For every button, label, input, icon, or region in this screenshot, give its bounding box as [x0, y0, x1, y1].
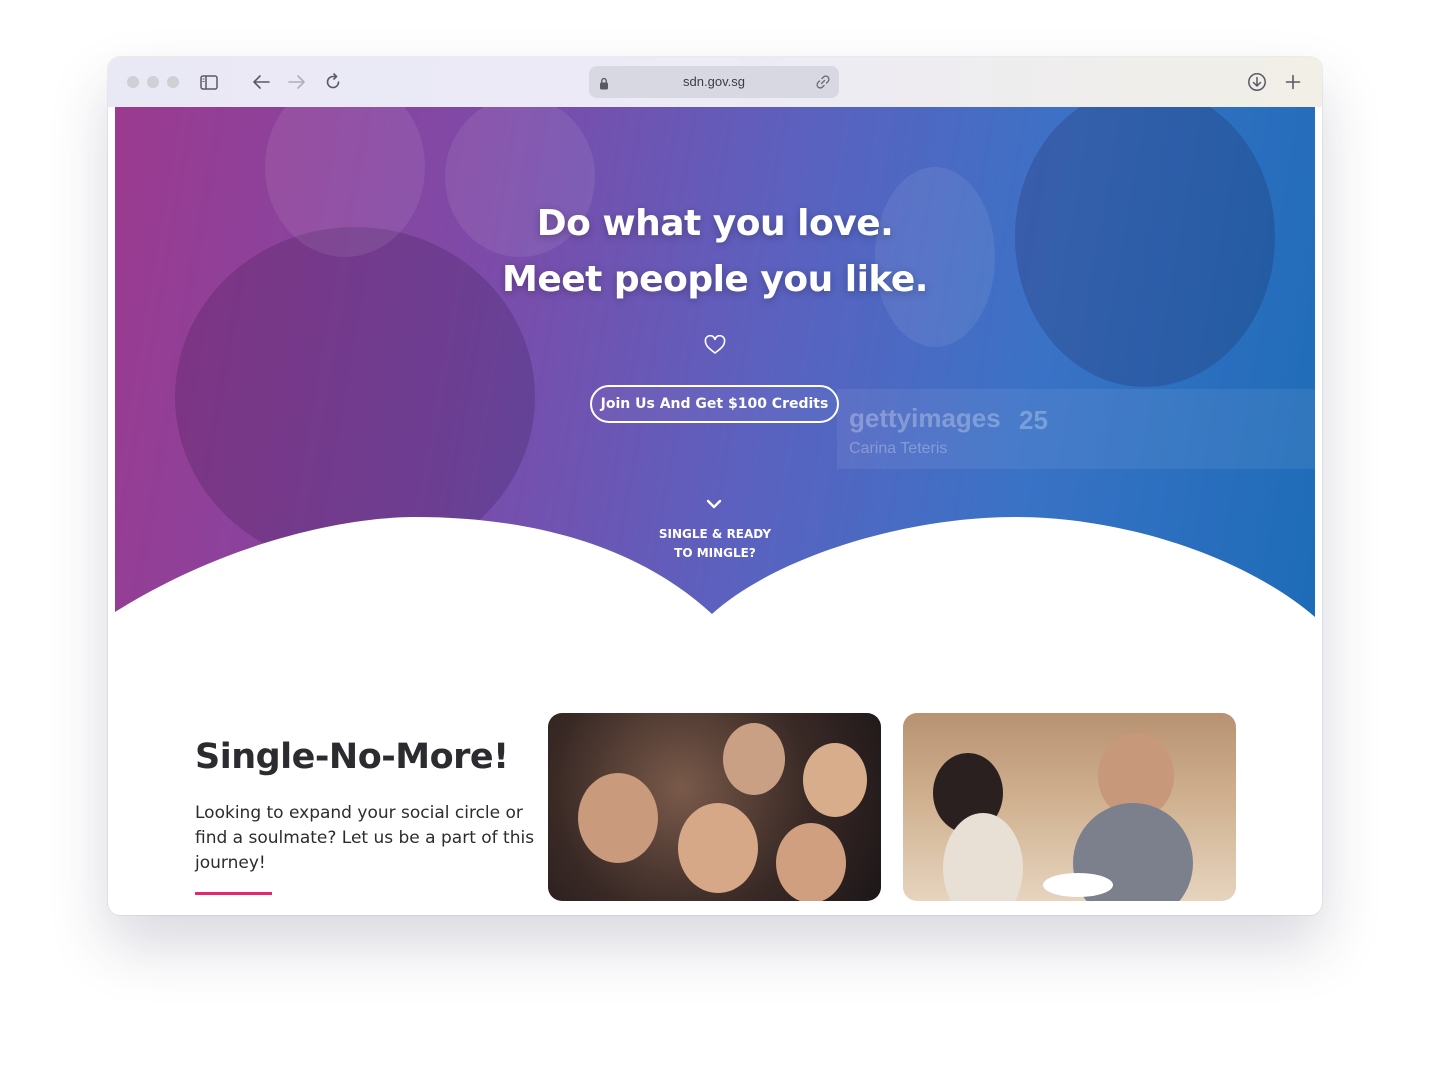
- intro-title: Single-No-More!: [195, 737, 509, 777]
- close-window-dot[interactable]: [127, 76, 139, 88]
- photo-person: [776, 823, 846, 901]
- download-icon[interactable]: [1245, 70, 1269, 94]
- photo-person: [803, 743, 867, 817]
- intro-text: Looking to expand your social circle or …: [195, 803, 535, 873]
- party-photo: [548, 713, 881, 901]
- address-bar[interactable]: sdn.gov.sg: [589, 66, 839, 98]
- photo-plate: [1043, 873, 1113, 897]
- browser-window: sdn.gov.sg gettyimages 25 Carina Teteris: [108, 57, 1322, 915]
- minimize-window-dot[interactable]: [147, 76, 159, 88]
- photo-person: [678, 803, 758, 893]
- new-tab-icon[interactable]: [1281, 70, 1305, 94]
- intro-accent-rule: [195, 892, 272, 895]
- page-viewport: gettyimages 25 Carina Teteris Do what yo…: [115, 107, 1315, 907]
- forward-arrow-icon[interactable]: [285, 70, 309, 94]
- back-arrow-icon[interactable]: [249, 70, 273, 94]
- dinner-date-photo: [903, 713, 1236, 901]
- sidebar-icon[interactable]: [197, 70, 221, 94]
- reload-icon[interactable]: [321, 70, 345, 94]
- address-url: sdn.gov.sg: [683, 74, 745, 89]
- link-icon[interactable]: [815, 74, 831, 94]
- photo-person: [723, 723, 785, 795]
- zoom-window-dot[interactable]: [167, 76, 179, 88]
- photo-person: [578, 773, 658, 863]
- browser-toolbar: sdn.gov.sg: [108, 57, 1322, 107]
